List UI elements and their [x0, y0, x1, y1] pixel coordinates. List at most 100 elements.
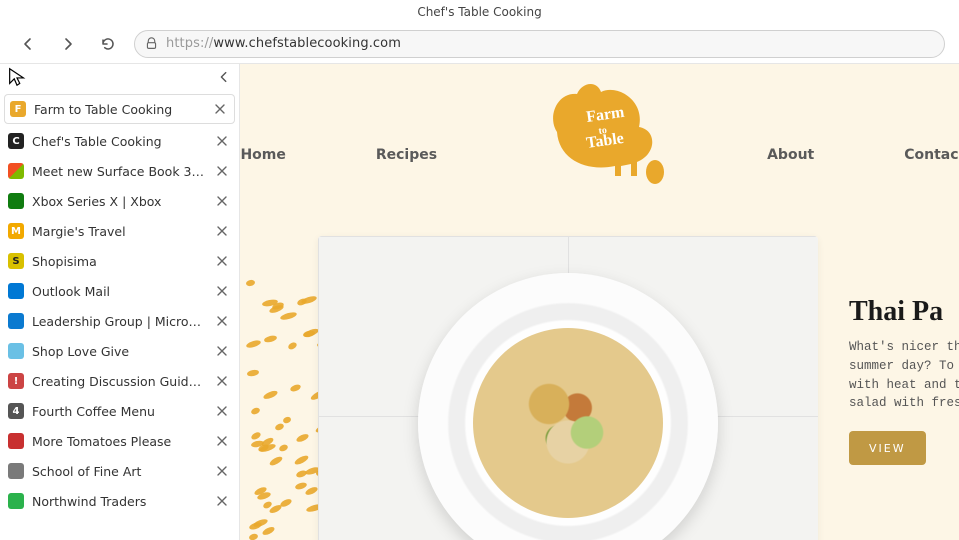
tab-item[interactable]: Outlook Mail [0, 276, 239, 306]
refresh-button[interactable] [94, 30, 122, 58]
close-icon [217, 466, 227, 476]
close-icon [217, 256, 227, 266]
refresh-icon [100, 36, 116, 52]
tab-item[interactable]: !Creating Discussion Guidelines [0, 366, 239, 396]
tab-label: Outlook Mail [32, 284, 205, 299]
address-bar[interactable]: https://www.chefstablecooking.com [134, 30, 945, 58]
tab-item[interactable]: Northwind Traders [0, 486, 239, 516]
hero-image [318, 236, 818, 540]
favicon-icon [8, 283, 24, 299]
tab-label: Leadership Group | Microsoft [32, 314, 205, 329]
hero-text-column: Thai Pa What's nicer th summer day? To w… [849, 296, 959, 465]
close-icon [217, 346, 227, 356]
favicon-icon [8, 433, 24, 449]
nav-home[interactable]: Home [240, 147, 285, 163]
favicon-icon [8, 193, 24, 209]
url-scheme: https:// [166, 36, 213, 51]
close-icon [217, 406, 227, 416]
page-content: Home Recipes Farm to Table About Contac … [240, 64, 959, 540]
tab-item[interactable]: C Chef's Table Cooking [0, 126, 239, 156]
favicon-icon: S [8, 253, 24, 269]
lock-icon [145, 37, 158, 50]
close-icon [217, 166, 227, 176]
close-tab-button[interactable] [213, 432, 231, 450]
window-titlebar: Chef's Table Cooking [0, 0, 959, 24]
tab-item[interactable]: School of Fine Art [0, 456, 239, 486]
close-tab-button[interactable] [213, 222, 231, 240]
tab-item[interactable]: Shop Love Give [0, 336, 239, 366]
favicon-icon: M [8, 223, 24, 239]
close-tab-button[interactable] [213, 462, 231, 480]
favicon-icon [8, 313, 24, 329]
close-icon [217, 136, 227, 146]
close-tab-button[interactable] [213, 372, 231, 390]
favicon-icon: C [8, 133, 24, 149]
tab-label: Creating Discussion Guidelines [32, 374, 205, 389]
tab-label: Meet new Surface Book 3or 15.5" [32, 164, 205, 179]
arrow-left-icon [20, 36, 36, 52]
hero-body-l2: summer day? To [849, 359, 954, 373]
tab-item[interactable]: F Farm to Table Cooking [4, 94, 235, 124]
close-tab-button[interactable] [213, 192, 231, 210]
tab-item[interactable]: More Tomatoes Please [0, 426, 239, 456]
tab-item[interactable]: Meet new Surface Book 3or 15.5" [0, 156, 239, 186]
hero-body: What's nicer th summer day? To with heat… [849, 338, 959, 413]
favicon-icon [8, 463, 24, 479]
url-host: www.chefstablecooking.com [213, 36, 401, 51]
site-logo[interactable]: Farm to Table [527, 72, 677, 192]
close-tab-button[interactable] [213, 402, 231, 420]
close-tab-button[interactable] [213, 282, 231, 300]
nav-recipes[interactable]: Recipes [376, 147, 437, 163]
close-icon [217, 496, 227, 506]
tab-label: Chef's Table Cooking [32, 134, 205, 149]
cursor-icon [6, 66, 28, 88]
close-tab-button[interactable] [213, 162, 231, 180]
arrow-right-icon [60, 36, 76, 52]
tab-item[interactable]: 4Fourth Coffee Menu [0, 396, 239, 426]
collapse-sidebar-button[interactable] [217, 69, 231, 88]
close-tab-button[interactable] [213, 252, 231, 270]
hero-title: Thai Pa [849, 296, 959, 328]
tab-label: School of Fine Art [32, 464, 205, 479]
tab-actions-button[interactable] [8, 68, 28, 88]
chicken-logo-icon: Farm to Table [527, 72, 677, 192]
favicon-icon [8, 163, 24, 179]
view-recipe-button[interactable]: VIEW [849, 431, 926, 465]
tab-label: More Tomatoes Please [32, 434, 205, 449]
hero-body-l4: salad with fres [849, 396, 959, 410]
close-icon [217, 196, 227, 206]
nav-contact[interactable]: Contac [904, 147, 958, 163]
close-tab-button[interactable] [211, 100, 229, 118]
favicon-icon [8, 493, 24, 509]
tab-label: Northwind Traders [32, 494, 205, 509]
close-icon [217, 226, 227, 236]
hero-body-l1: What's nicer th [849, 340, 959, 354]
browser-toolbar: https://www.chefstablecooking.com [0, 24, 959, 64]
cta-label: VIEW [869, 442, 906, 455]
favicon-icon: F [10, 101, 26, 117]
close-icon [217, 316, 227, 326]
close-tab-button[interactable] [213, 342, 231, 360]
tab-item[interactable]: S Shopisima [0, 246, 239, 276]
tab-label: Farm to Table Cooking [34, 102, 203, 117]
tab-item[interactable]: Leadership Group | Microsoft [0, 306, 239, 336]
favicon-icon [8, 343, 24, 359]
nav-about[interactable]: About [767, 147, 814, 163]
tab-label: Shop Love Give [32, 344, 205, 359]
close-icon [215, 104, 225, 114]
tab-item[interactable]: Xbox Series X | Xbox [0, 186, 239, 216]
tab-item[interactable]: M Margie's Travel [0, 216, 239, 246]
tab-label: Margie's Travel [32, 224, 205, 239]
close-icon [217, 436, 227, 446]
close-icon [217, 286, 227, 296]
back-button[interactable] [14, 30, 42, 58]
close-tab-button[interactable] [213, 492, 231, 510]
forward-button[interactable] [54, 30, 82, 58]
vertical-tabs-sidebar: F Farm to Table Cooking C Chef's Table Cook… [0, 64, 240, 540]
chevron-left-icon [217, 70, 231, 84]
hero-body-l3: with heat and t [849, 378, 959, 392]
tab-label: Shopisima [32, 254, 205, 269]
close-tab-button[interactable] [213, 132, 231, 150]
close-tab-button[interactable] [213, 312, 231, 330]
site-nav: Home Recipes Farm to Table About Contac [240, 118, 959, 192]
